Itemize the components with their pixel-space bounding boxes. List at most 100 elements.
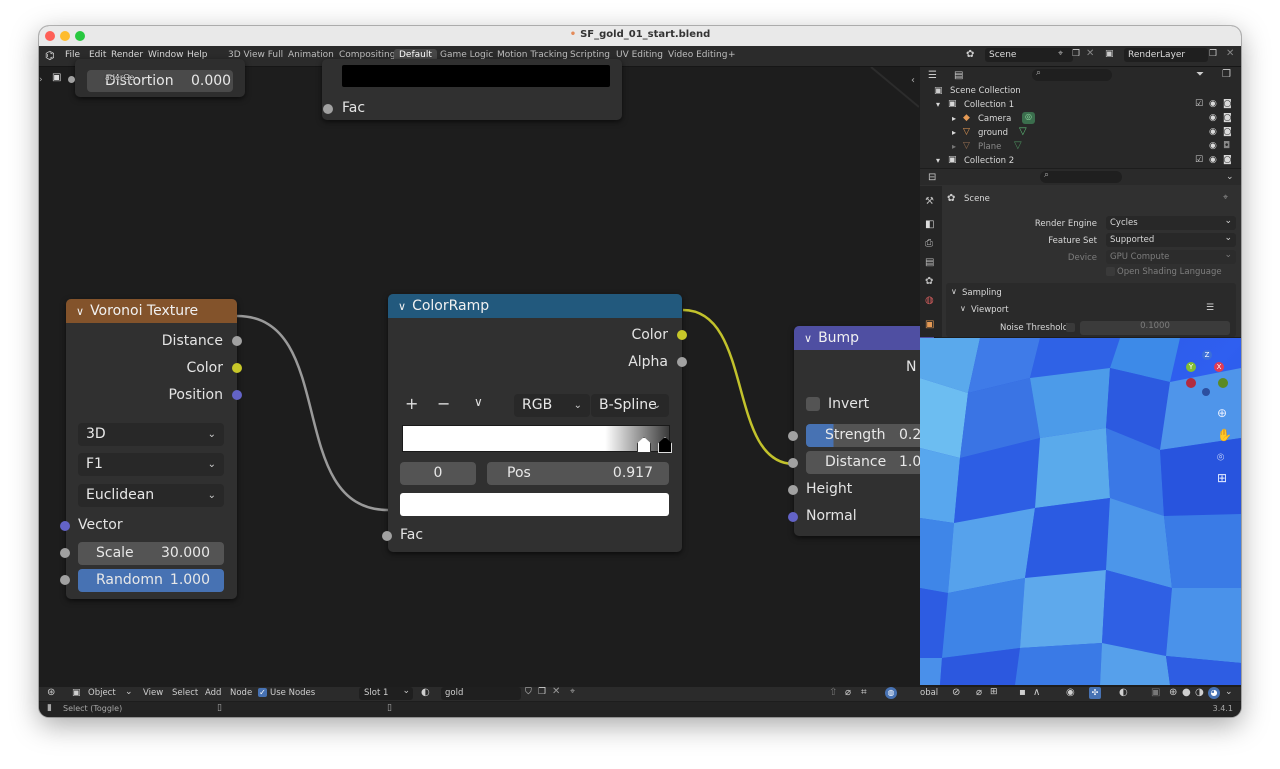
collapse-chevron-icon[interactable]: ∨ <box>804 332 812 345</box>
overlays-icon[interactable]: ◍ <box>885 687 897 699</box>
dimensions-select[interactable]: 3D ⌄ <box>78 423 224 446</box>
material-browse-icon[interactable]: ◐ <box>421 687 430 698</box>
falloff-icon[interactable]: ∧ <box>1033 687 1040 698</box>
chevron-down-icon[interactable]: ⌄ <box>125 687 133 697</box>
interpolation-select[interactable]: B-Spline ⌄ <box>591 394 669 417</box>
render-camera-icon[interactable]: ◙ <box>1223 113 1232 123</box>
scene-tab-icon[interactable]: ✿ <box>925 276 933 287</box>
randomness-input-socket[interactable] <box>60 575 70 585</box>
gizmo-neg-y-icon[interactable] <box>1218 378 1228 388</box>
outliner-root[interactable]: Scene Collection <box>950 86 1021 96</box>
fac-input-socket[interactable] <box>382 531 392 541</box>
stop-position-field[interactable]: Pos 0.917 <box>487 462 669 485</box>
osl-checkbox[interactable] <box>1106 267 1115 276</box>
menu-node[interactable]: Node <box>230 688 252 698</box>
properties-editor-icon[interactable]: ⊟ <box>928 172 936 183</box>
solid-shading-icon[interactable]: ● <box>1182 687 1191 698</box>
wireframe-shading-icon[interactable]: ⊕ <box>1169 687 1177 698</box>
properties-search-input[interactable]: ⌕ <box>1040 170 1122 183</box>
editor-type-icon[interactable]: ⊛ <box>47 687 55 698</box>
visibility-eye-icon[interactable]: ◉ <box>1209 99 1217 109</box>
world-tab-icon[interactable]: ◍ <box>925 295 934 306</box>
menu-view[interactable]: View <box>143 688 163 698</box>
remove-stop-button[interactable]: − <box>437 394 450 413</box>
remove-layer-icon[interactable]: ✕ <box>1226 48 1234 59</box>
bump-distance-field[interactable]: Distance 1.0 <box>806 451 931 474</box>
voronoi-texture-node[interactable]: ∨ Voronoi Texture Distance Color Position… <box>60 299 242 599</box>
vector-input-socket[interactable] <box>60 521 70 531</box>
camera-view-icon[interactable]: ⌾ <box>1217 450 1224 465</box>
navigation-gizmo[interactable]: Z Y X <box>1178 348 1234 404</box>
scale-input-socket[interactable] <box>60 548 70 558</box>
material-shading-icon[interactable]: ◑ <box>1195 687 1204 698</box>
outliner-search-input[interactable]: ⌕ <box>1032 68 1112 81</box>
distance-input-socket[interactable] <box>788 458 798 468</box>
noise-threshold-field[interactable]: 0.1000 <box>1080 321 1230 335</box>
bump-node[interactable]: ∨ Bump N Invert Strength 0.2 Distance 1.0… <box>788 326 934 536</box>
object-tab-icon[interactable]: ▣ <box>925 319 934 330</box>
feature-select[interactable]: F1 ⌄ <box>78 453 224 476</box>
view-layer-tab-icon[interactable]: ▤ <box>925 257 934 268</box>
pan-hand-icon[interactable]: ✋ <box>1217 428 1232 442</box>
add-stop-button[interactable]: + <box>405 394 418 413</box>
pin-icon[interactable]: ⌖ <box>570 687 575 697</box>
xray-icon[interactable]: ▣ <box>1151 687 1160 698</box>
sidebar-toggle-icon[interactable]: ‹ <box>911 75 915 86</box>
color-output-socket[interactable] <box>232 363 242 373</box>
3d-viewport[interactable]: Z Y X ⊕ ✋ ⌾ ⊞ <box>920 338 1241 685</box>
proportional-edit-icon[interactable]: ▪ <box>1019 687 1026 698</box>
bump-header[interactable]: ∨ Bump <box>794 326 934 350</box>
gizmo-z-axis-icon[interactable]: Z <box>1202 350 1212 360</box>
expand-arrow-icon[interactable]: ▸ <box>952 114 956 123</box>
duplicate-material-icon[interactable]: ❐ <box>538 687 546 697</box>
shader-type-select[interactable]: Object <box>88 688 116 698</box>
distance-output-socket[interactable] <box>232 336 242 346</box>
stop-color-swatch[interactable] <box>400 493 669 516</box>
outliner-panel[interactable]: ☰ ▤ ⌕ ⏷ ❐ ▣ Scene Collection ▾ ▣ Collect… <box>920 67 1241 168</box>
snapping-icon[interactable]: ⌀ <box>976 687 982 698</box>
exclude-checkbox-icon[interactable]: ☑ <box>1195 155 1203 165</box>
fragment-socket[interactable] <box>68 76 75 83</box>
colorramp-header[interactable]: ∨ ColorRamp <box>388 294 682 318</box>
shader-node-editor[interactable]: Distortion 0.000 aderGe › ▣ Fac ∨ Voronoi… <box>39 59 934 689</box>
position-output-socket[interactable] <box>232 390 242 400</box>
render-camera-icon[interactable]: ◙ <box>1223 99 1232 109</box>
options-chevron-icon[interactable]: ⌄ <box>1226 172 1234 182</box>
alpha-output-socket[interactable] <box>677 357 687 367</box>
outliner-item-collection-2[interactable]: Collection 2 <box>964 156 1014 166</box>
expand-arrow-icon[interactable]: ∨ <box>960 304 966 313</box>
voronoi-header[interactable]: ∨ Voronoi Texture <box>66 299 237 323</box>
color-mode-select[interactable]: RGB ⌄ <box>514 394 590 417</box>
visibility-icon[interactable]: ◉ <box>1066 687 1075 698</box>
expand-arrow-icon[interactable]: ∨ <box>951 287 957 296</box>
camera-data-icon[interactable]: ◎ <box>1022 112 1035 124</box>
unlink-material-icon[interactable]: ✕ <box>552 686 560 697</box>
colorramp-node[interactable]: ∨ ColorRamp Color Alpha + − ∨ RGB ⌄ B-Spli… <box>382 294 687 552</box>
expand-arrow-icon[interactable]: ▸ <box>952 128 956 137</box>
color-ramp-gradient[interactable] <box>402 425 670 452</box>
tool-tab-icon[interactable]: ⚒ <box>925 196 934 207</box>
properties-panel[interactable]: ⊟ ⌕ ⌄ ⚒ ◧ ⎙ ▤ ✿ ◍ ▣ ✿ Scene ⌖ Render Eng… <box>920 169 1241 337</box>
collapse-arrow-icon[interactable]: › <box>39 75 43 85</box>
distance-metric-select[interactable]: Euclidean ⌄ <box>78 484 224 507</box>
collapse-chevron-icon[interactable]: ∨ <box>398 300 406 313</box>
add-workspace-button[interactable]: + <box>723 49 741 61</box>
viewport-subpanel-header[interactable]: Viewport <box>971 305 1009 315</box>
filter-icon[interactable]: ⏷ <box>1196 69 1204 80</box>
blender-logo-icon[interactable]: ⌬ <box>45 49 55 62</box>
expand-arrow-icon[interactable]: ▾ <box>936 100 940 109</box>
scene-icon[interactable]: ✿ <box>966 49 974 60</box>
color-output-socket[interactable] <box>677 330 687 340</box>
fac-output-socket[interactable] <box>323 104 333 114</box>
transform-orientation-select[interactable]: obal <box>920 688 938 698</box>
new-collection-icon[interactable]: ❐ <box>1222 69 1231 80</box>
exclude-checkbox-icon[interactable]: ☑ <box>1195 99 1203 109</box>
editor-type-icon[interactable]: ▣ <box>52 72 61 83</box>
gizmo-y-axis-icon[interactable]: Y <box>1186 362 1196 372</box>
visibility-eye-icon[interactable]: ◉ <box>1209 141 1217 151</box>
parent-node-tree-icon[interactable]: ⇧ <box>829 687 837 698</box>
partial-node-top[interactable]: Fac <box>322 59 622 120</box>
sampling-panel-header[interactable]: Sampling <box>962 288 1002 298</box>
strength-input-socket[interactable] <box>788 431 798 441</box>
slot-select[interactable]: Slot 1 ⌄ <box>359 686 413 700</box>
